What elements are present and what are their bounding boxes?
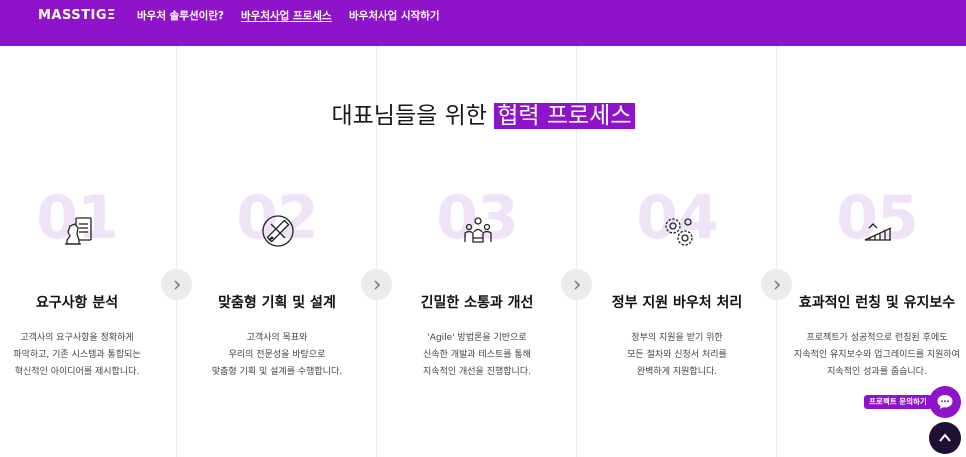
step-title: 정부 지원 바우처 처리 [611, 295, 743, 311]
gears-icon [665, 218, 693, 246]
chevron-right-icon [773, 279, 780, 290]
nav-link-voucher-solution[interactable]: 바우처 솔루션이란? [137, 8, 224, 23]
project-inquiry-button[interactable] [929, 386, 961, 418]
section-heading-highlight: 협력 프로세스 [494, 103, 635, 129]
project-inquiry-label[interactable]: 프로젝트 문의하기 [864, 395, 932, 409]
step-arrow [361, 269, 392, 300]
chevron-right-icon [373, 279, 380, 290]
chat-bubble-icon [937, 395, 953, 409]
step-arrow [161, 269, 192, 300]
process-step-5: 05 효과적인 런칭 및 유지보수 프로젝트가 성공적으로 런칭된 후에도 지속… [777, 180, 966, 400]
chess-knight-document-icon [65, 217, 92, 245]
process-step-4: 04 정부 지원 바우처 처리 정부의 지원을 받기 위한 모든 절차와 신청서… [577, 180, 777, 400]
logo[interactable]: MASSTIGΞ [38, 8, 116, 23]
nav-link-voucher-start[interactable]: 바우처사업 시작하기 [349, 8, 440, 23]
scroll-to-top-button[interactable] [929, 422, 961, 454]
section-heading-prefix: 대표님들을 위한 [331, 103, 487, 129]
chevron-right-icon [173, 279, 180, 290]
top-nav: MASSTIGΞ 바우처 솔루션이란? 바우처사업 프로세스 바우처사업 시작하… [0, 0, 966, 46]
step-arrow [561, 269, 592, 300]
step-description: 'Agile' 방법론을 기반으로 신속한 개발과 테스트를 통해 지속적인 개… [423, 333, 531, 377]
ruler-pencil-icon [262, 215, 294, 247]
nav-link-voucher-process[interactable]: 바우처사업 프로세스 [241, 8, 332, 23]
step-title: 긴밀한 소통과 개선 [420, 295, 534, 311]
process-step-2: 02 맞춤형 기획 및 설계 고객사의 목표와 우리의 전문성을 바탕으로 맞춤… [177, 180, 377, 400]
step-description: 고객사의 목표와 우리의 전문성을 바탕으로 맞춤형 기획 및 설계를 수행합니… [211, 333, 343, 377]
step-description: 프로젝트가 성공적으로 런칭된 후에도 지속적인 유지보수와 업그레이드를 지원… [794, 333, 960, 377]
step-arrow [761, 269, 792, 300]
launch-ramp-icon [864, 223, 892, 241]
step-description: 고객사의 요구사항을 정확하게 파악하고, 기존 시스템과 통합되는 혁신적인 … [13, 333, 141, 377]
step-description: 정부의 지원을 받기 위한 모든 절차와 신청서 처리를 완벽하게 지원합니다. [627, 333, 727, 377]
process-step-3: 03 긴밀한 소통과 개선 'Agile' 방법론을 기반으로 신속한 개발과 … [377, 180, 577, 400]
step-title: 요구사항 분석 [35, 295, 119, 311]
section-heading: 대표님들을 위한 협력 프로세스 [0, 96, 966, 130]
process-step-1: 01 요구사항 분석 고객사의 요구사항을 정확하게 파악하고, 기존 시스템과… [0, 180, 177, 400]
team-meeting-icon [464, 217, 492, 243]
chevron-up-icon [939, 433, 951, 442]
step-title: 효과적인 런칭 및 유지보수 [798, 295, 956, 311]
step-title: 맞춤형 기획 및 설계 [218, 295, 336, 311]
chevron-right-icon [573, 279, 580, 290]
